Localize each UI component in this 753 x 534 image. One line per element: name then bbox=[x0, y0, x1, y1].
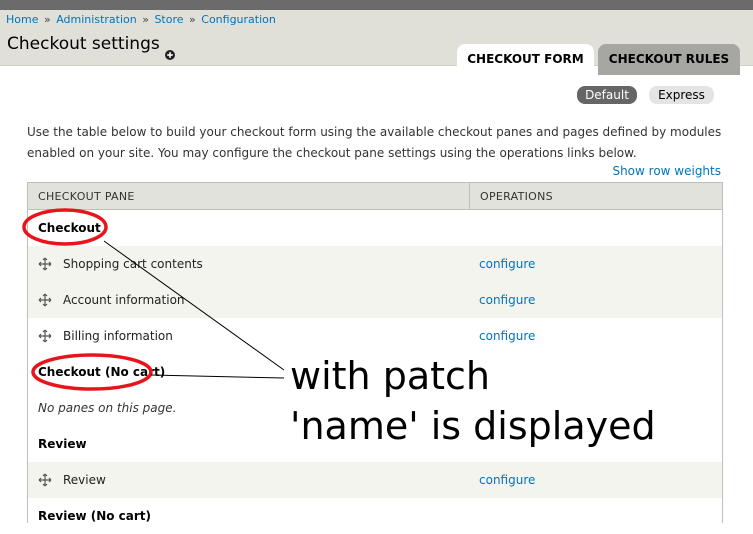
table-header: CHECKOUT PANE OPERATIONS bbox=[28, 183, 722, 210]
default-mode-button[interactable]: Default bbox=[577, 86, 637, 104]
breadcrumb-separator: » bbox=[189, 13, 196, 26]
annotation-text-line2: 'name' is displayed bbox=[290, 404, 656, 448]
configure-link[interactable]: configure bbox=[479, 293, 535, 307]
region-row-review-no-cart: Review (No cart) bbox=[28, 498, 722, 534]
region-label: Checkout bbox=[38, 221, 101, 235]
region-label: Review bbox=[38, 437, 87, 451]
column-divider bbox=[469, 183, 470, 209]
page-title: Checkout settings bbox=[7, 34, 160, 54]
column-header-operations: OPERATIONS bbox=[480, 190, 553, 203]
region-row-checkout: Checkout bbox=[28, 210, 722, 246]
configure-link[interactable]: configure bbox=[479, 473, 535, 487]
page-header: Home » Administration » Store » Configur… bbox=[0, 10, 753, 75]
tab-checkout-form[interactable]: CHECKOUT FORM bbox=[457, 44, 594, 75]
breadcrumb-separator: » bbox=[142, 13, 149, 26]
breadcrumb-home[interactable]: Home bbox=[6, 13, 38, 26]
pane-label: Account information bbox=[63, 293, 185, 307]
pane-label: Billing information bbox=[63, 329, 173, 343]
breadcrumb: Home » Administration » Store » Configur… bbox=[6, 13, 276, 26]
breadcrumb-store[interactable]: Store bbox=[154, 13, 183, 26]
express-mode-button[interactable]: Express bbox=[649, 86, 714, 104]
annotation-text-line1: with patch bbox=[290, 354, 490, 398]
show-row-weights-link[interactable]: Show row weights bbox=[612, 164, 721, 178]
region-label: Review (No cart) bbox=[38, 509, 152, 523]
column-header-checkout-pane: CHECKOUT PANE bbox=[38, 190, 135, 203]
drag-handle-icon[interactable] bbox=[38, 329, 52, 343]
breadcrumb-configuration[interactable]: Configuration bbox=[201, 13, 276, 26]
empty-message: No panes on this page. bbox=[38, 401, 177, 415]
add-shortcut-icon[interactable] bbox=[165, 50, 175, 60]
drag-handle-icon[interactable] bbox=[38, 293, 52, 307]
table-row-shopping-cart: Shopping cart contents configure bbox=[28, 246, 722, 282]
pane-label: Review bbox=[63, 473, 106, 487]
tab-checkout-rules[interactable]: CHECKOUT RULES bbox=[598, 44, 740, 75]
toolbar-strip bbox=[0, 0, 753, 10]
pane-label: Shopping cart contents bbox=[63, 257, 203, 271]
configure-link[interactable]: configure bbox=[479, 329, 535, 343]
breadcrumb-administration[interactable]: Administration bbox=[56, 13, 137, 26]
table-row-review: Review configure bbox=[28, 462, 722, 498]
drag-handle-icon[interactable] bbox=[38, 473, 52, 487]
drag-handle-icon[interactable] bbox=[38, 257, 52, 271]
configure-link[interactable]: configure bbox=[479, 257, 535, 271]
page-description: Use the table below to build your checko… bbox=[27, 125, 722, 160]
breadcrumb-separator: » bbox=[43, 13, 51, 26]
checkout-pane-table: CHECKOUT PANE OPERATIONS Checkout Shoppi… bbox=[27, 182, 723, 534]
table-row-account-information: Account information configure bbox=[28, 282, 722, 318]
region-label: Checkout (No cart) bbox=[38, 365, 166, 379]
table-row-billing-information: Billing information configure bbox=[28, 318, 722, 354]
